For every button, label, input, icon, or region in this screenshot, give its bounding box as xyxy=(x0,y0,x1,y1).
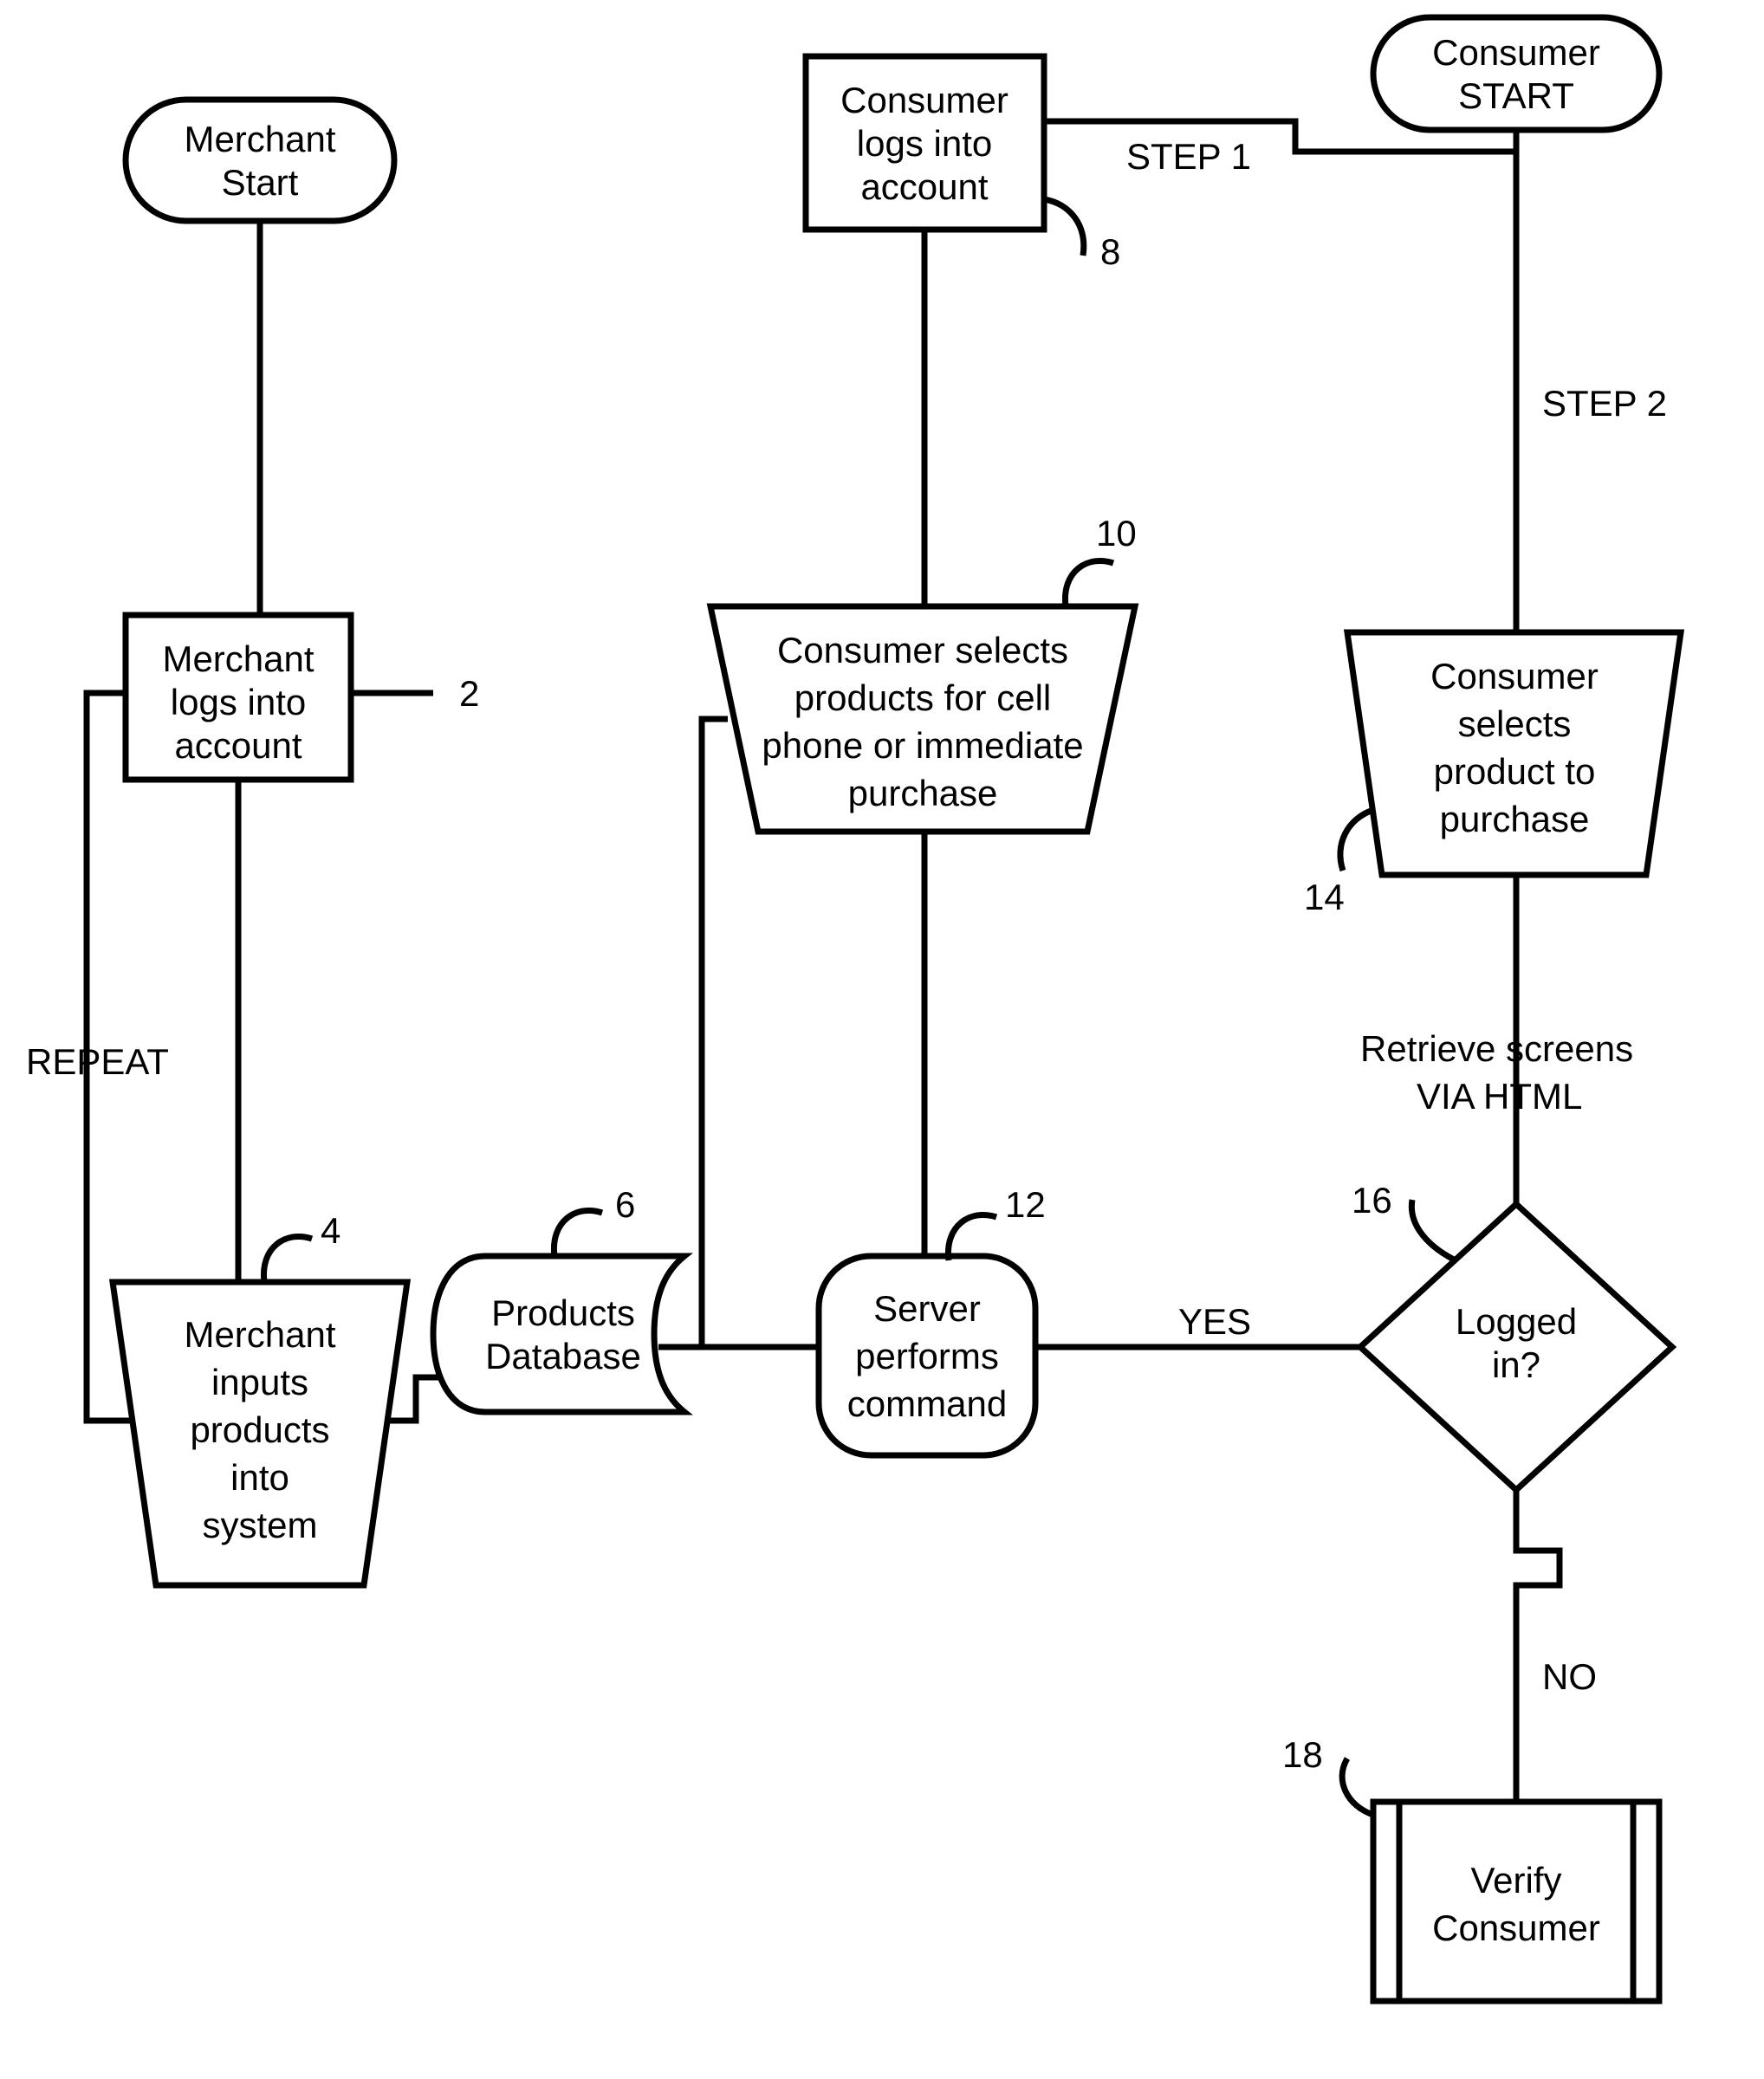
hook-ref4 xyxy=(263,1236,312,1282)
merchant-login-line2: logs into xyxy=(171,682,306,722)
node-verify xyxy=(1373,1802,1659,2001)
hook-ref10 xyxy=(1065,560,1113,606)
label-no: NO xyxy=(1542,1656,1597,1697)
verify-line1: Verify xyxy=(1470,1860,1561,1901)
consumer-start-line2: START xyxy=(1458,75,1574,116)
consumer-login-line1: Consumer xyxy=(840,80,1008,120)
ref-18: 18 xyxy=(1282,1734,1323,1775)
consumer-selects2-line3: product to xyxy=(1434,751,1596,792)
consumer-selects2-line2: selects xyxy=(1458,703,1572,744)
server-cmd-line1: Server xyxy=(873,1288,981,1329)
consumer-selects-line4: purchase xyxy=(848,773,998,813)
edge-no xyxy=(1516,1490,1560,1802)
consumer-selects-line2: products for cell xyxy=(794,677,1051,718)
edge-db-up xyxy=(658,719,728,1347)
merchant-input-line3: products xyxy=(190,1409,329,1450)
label-step2: STEP 2 xyxy=(1542,383,1667,424)
ref-4: 4 xyxy=(321,1210,340,1251)
merchant-start-line1: Merchant xyxy=(184,119,335,159)
consumer-selects-line3: phone or immediate xyxy=(762,725,1083,766)
label-retrieve1: Retrieve screens xyxy=(1360,1028,1633,1069)
label-yes: YES xyxy=(1178,1301,1251,1342)
ref-8: 8 xyxy=(1100,231,1120,272)
server-cmd-line2: performs xyxy=(855,1336,999,1376)
ref-14: 14 xyxy=(1304,877,1345,917)
consumer-selects2-line4: purchase xyxy=(1440,799,1590,839)
merchant-login-line3: account xyxy=(174,725,302,766)
merchant-input-line5: system xyxy=(202,1505,317,1545)
consumer-selects2-line1: Consumer xyxy=(1430,656,1599,696)
label-step1: STEP 1 xyxy=(1126,136,1251,177)
merchant-login-line1: Merchant xyxy=(162,638,314,679)
ref-6: 6 xyxy=(615,1184,635,1225)
logged-in-line2: in? xyxy=(1492,1344,1540,1385)
node-merchant-start xyxy=(126,100,394,221)
merchant-input-line4: into xyxy=(230,1457,289,1498)
label-retrieve2: VIA HTML xyxy=(1417,1076,1582,1117)
hook-ref18 xyxy=(1342,1758,1373,1815)
hook-ref14 xyxy=(1340,810,1373,871)
ref-2: 2 xyxy=(459,673,479,714)
consumer-selects-line1: Consumer selects xyxy=(777,630,1068,670)
products-db-line1: Products xyxy=(491,1292,635,1333)
hook-ref16 xyxy=(1411,1200,1456,1260)
merchant-start-line2: Start xyxy=(222,162,299,203)
ref-16: 16 xyxy=(1352,1180,1392,1221)
consumer-login-line3: account xyxy=(860,166,988,207)
ref-10: 10 xyxy=(1096,513,1137,554)
server-cmd-line3: command xyxy=(847,1383,1007,1424)
node-products-db xyxy=(433,1256,684,1412)
merchant-input-line2: inputs xyxy=(211,1362,308,1402)
logged-in-line1: Logged xyxy=(1456,1301,1577,1342)
products-db-line2: Database xyxy=(485,1336,641,1376)
hook-ref8 xyxy=(1044,199,1084,256)
verify-line2: Consumer xyxy=(1432,1907,1600,1948)
consumer-start-line1: Consumer xyxy=(1432,32,1600,73)
label-repeat: REPEAT xyxy=(26,1041,169,1082)
consumer-login-line2: logs into xyxy=(857,123,992,164)
ref-12: 12 xyxy=(1005,1184,1046,1225)
merchant-input-line1: Merchant xyxy=(184,1314,335,1355)
hook-ref6 xyxy=(554,1210,602,1256)
